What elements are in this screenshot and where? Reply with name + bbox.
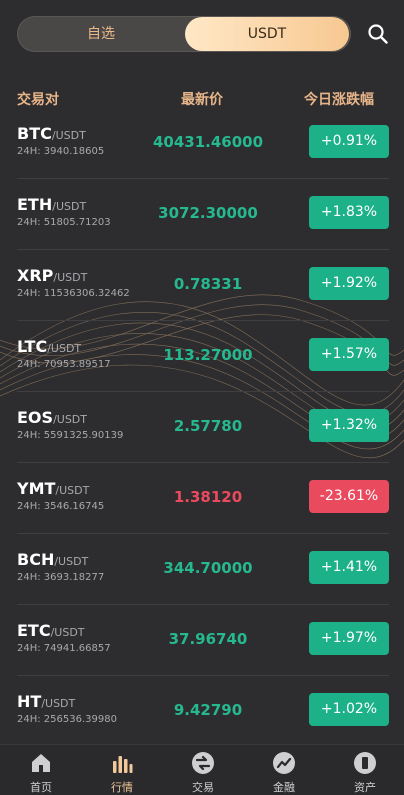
pair-symbol: EOS/USDT [17, 408, 87, 427]
change-badge[interactable]: +1.97% [309, 622, 389, 655]
top-bar: 自选 USDT [0, 0, 404, 70]
last-price: 2.57780 [173, 417, 243, 435]
change-badge[interactable]: +1.32% [309, 409, 389, 442]
pair-symbol: HT/USDT [17, 692, 75, 711]
market-row[interactable]: ETH/USDT 24H: 51805.71203 3072.30000 +1.… [0, 179, 404, 250]
finance-icon [273, 752, 295, 774]
nav-assets[interactable]: 资产 [335, 745, 395, 795]
quote-asset: /USDT [52, 200, 87, 213]
volume-24h: 24H: 74941.66857 [17, 643, 111, 654]
market-list: BTC/USDT 24H: 3940.18605 40431.46000 +0.… [0, 108, 404, 747]
search-icon[interactable] [366, 22, 390, 46]
pair-symbol: XRP/USDT [17, 266, 87, 285]
change-badge[interactable]: +1.57% [309, 338, 389, 371]
home-icon [32, 754, 50, 772]
quote-asset: /USDT [47, 342, 82, 355]
tab-usdt[interactable]: USDT [185, 17, 349, 51]
market-row[interactable]: YMT/USDT 24H: 3546.16745 1.38120 -23.61% [0, 463, 404, 534]
change-badge[interactable]: +1.92% [309, 267, 389, 300]
market-row[interactable]: BCH/USDT 24H: 3693.18277 344.70000 +1.41… [0, 534, 404, 605]
market-row[interactable]: ETC/USDT 24H: 74941.66857 37.96740 +1.97… [0, 605, 404, 676]
column-header-pair: 交易对 [17, 92, 59, 108]
last-price: 1.38120 [173, 488, 243, 506]
quote-asset: /USDT [53, 271, 88, 284]
market-icon [113, 756, 133, 773]
nav-finance-label: 金融 [273, 781, 295, 794]
change-badge[interactable]: +1.41% [309, 551, 389, 584]
last-price: 37.96740 [168, 630, 248, 648]
nav-home[interactable]: 首页 [11, 745, 71, 795]
last-price: 113.27000 [163, 346, 253, 364]
nav-trade-label: 交易 [192, 781, 214, 794]
volume-24h: 24H: 11536306.32462 [17, 288, 130, 299]
volume-24h: 24H: 3693.18277 [17, 572, 105, 583]
pair-symbol: LTC/USDT [17, 337, 81, 356]
pair-symbol: ETH/USDT [17, 195, 86, 214]
market-row[interactable]: LTC/USDT 24H: 70953.89517 113.27000 +1.5… [0, 321, 404, 392]
pair-symbol: YMT/USDT [17, 479, 89, 498]
base-asset: BCH [17, 550, 55, 569]
quote-asset: /USDT [41, 697, 76, 710]
market-row[interactable]: BTC/USDT 24H: 3940.18605 40431.46000 +0.… [0, 108, 404, 179]
market-row[interactable]: XRP/USDT 24H: 11536306.32462 0.78331 +1.… [0, 250, 404, 321]
last-price: 3072.30000 [158, 204, 258, 222]
base-asset: HT [17, 692, 42, 711]
bottom-navigation: 首页 行情 交易 金融 资产 [0, 744, 404, 795]
last-price: 344.70000 [163, 559, 253, 577]
quote-asset: /USDT [50, 626, 85, 639]
volume-24h: 24H: 256536.39980 [17, 714, 117, 725]
change-badge[interactable]: -23.61% [309, 480, 389, 513]
nav-market-label: 行情 [111, 781, 133, 794]
volume-24h: 24H: 3940.18605 [17, 146, 105, 157]
base-asset: XRP [17, 266, 54, 285]
market-row[interactable]: HT/USDT 24H: 256536.39980 9.42790 +1.02% [0, 676, 404, 747]
change-badge[interactable]: +1.02% [309, 693, 389, 726]
nav-home-label: 首页 [30, 781, 52, 794]
quote-asset: /USDT [51, 129, 86, 142]
market-row[interactable]: EOS/USDT 24H: 5591325.90139 2.57780 +1.3… [0, 392, 404, 463]
base-asset: ETC [17, 621, 51, 640]
quote-asset: /USDT [53, 413, 87, 426]
nav-finance[interactable]: 金融 [254, 745, 314, 795]
tab-favorites[interactable]: 自选 [17, 16, 185, 52]
change-badge[interactable]: +0.91% [309, 125, 389, 158]
base-asset: ETH [17, 195, 53, 214]
volume-24h: 24H: 5591325.90139 [17, 430, 124, 441]
volume-24h: 24H: 3546.16745 [17, 501, 105, 512]
base-asset: EOS [17, 408, 54, 427]
market-segment-control: 自选 USDT [17, 16, 351, 52]
base-asset: BTC [17, 124, 52, 143]
base-asset: YMT [17, 479, 56, 498]
trade-icon [192, 752, 214, 774]
volume-24h: 24H: 51805.71203 [17, 217, 111, 228]
volume-24h: 24H: 70953.89517 [17, 359, 111, 370]
pair-symbol: BCH/USDT [17, 550, 88, 569]
last-price: 0.78331 [173, 275, 243, 293]
nav-trade[interactable]: 交易 [173, 745, 233, 795]
last-price: 40431.46000 [152, 133, 264, 151]
column-header-change: 今日涨跌幅 [304, 92, 374, 108]
pair-symbol: ETC/USDT [17, 621, 85, 640]
quote-asset: /USDT [55, 484, 90, 497]
nav-market[interactable]: 行情 [92, 745, 152, 795]
column-header-price: 最新价 [181, 92, 223, 108]
change-badge[interactable]: +1.83% [309, 196, 389, 229]
pair-symbol: BTC/USDT [17, 124, 86, 143]
base-asset: LTC [17, 337, 48, 356]
last-price: 9.42790 [173, 701, 243, 719]
assets-icon [354, 752, 376, 774]
quote-asset: /USDT [54, 555, 89, 568]
nav-assets-label: 资产 [354, 781, 376, 794]
